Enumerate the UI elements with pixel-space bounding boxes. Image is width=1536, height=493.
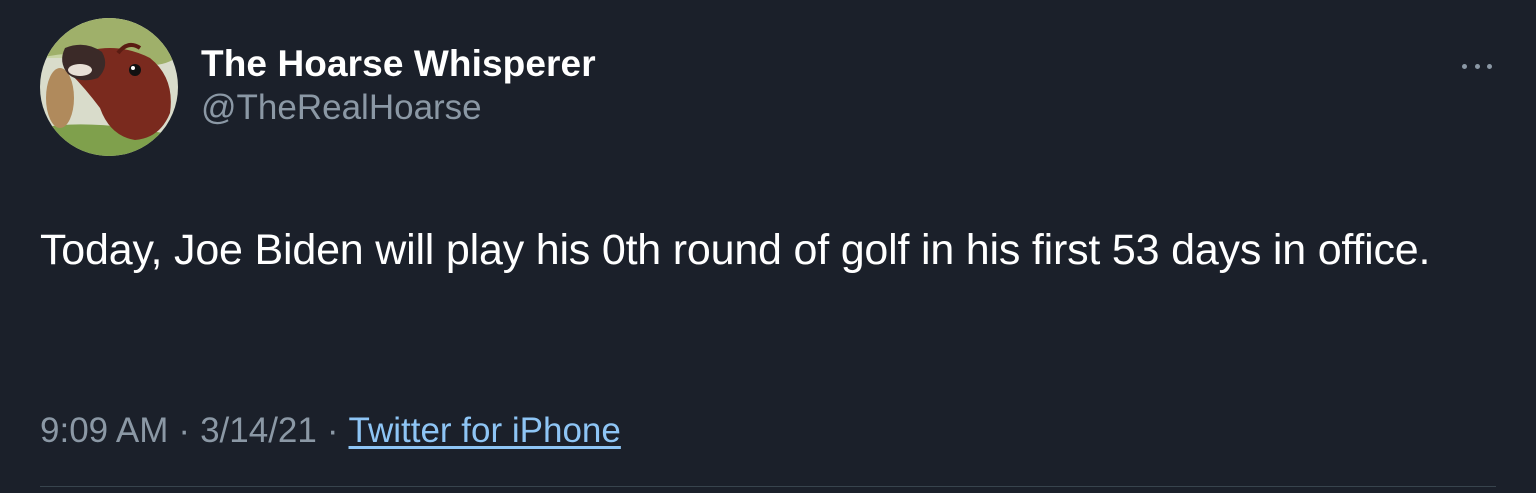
- tweet-metadata: 9:09 AM · 3/14/21 · Twitter for iPhone: [40, 408, 621, 454]
- tweet-time[interactable]: 9:09 AM: [40, 411, 168, 450]
- dot: [1487, 63, 1492, 69]
- dot: [1462, 63, 1467, 69]
- tweet-text: Today, Joe Biden will play his 0th round…: [40, 226, 1431, 274]
- separator: ·: [178, 411, 191, 450]
- divider: [40, 486, 1496, 487]
- horse-avatar-image: [40, 18, 178, 156]
- more-horizontal-icon[interactable]: [1462, 56, 1492, 76]
- avatar[interactable]: [40, 18, 178, 156]
- separator: ·: [326, 411, 339, 450]
- author-handle[interactable]: @TheRealHoarse: [201, 86, 596, 130]
- author-display-name[interactable]: The Hoarse Whisperer: [201, 42, 596, 86]
- author-info: The Hoarse Whisperer @TheRealHoarse: [201, 42, 596, 130]
- tweet-source-link[interactable]: Twitter for iPhone: [349, 411, 621, 450]
- dot: [1474, 63, 1480, 69]
- tweet-card: The Hoarse Whisperer @TheRealHoarse Toda…: [0, 0, 1536, 493]
- tweet-date[interactable]: 3/14/21: [200, 411, 317, 450]
